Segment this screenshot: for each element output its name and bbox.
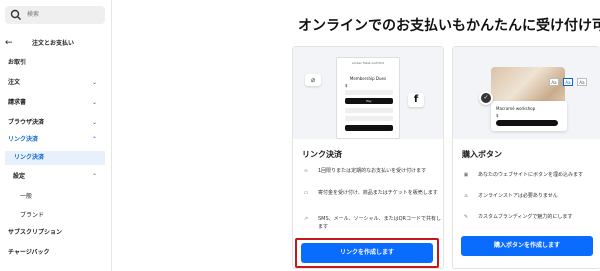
feature-text: カスタムブランディングで魅力的にします <box>478 214 573 220</box>
chevron-down-icon: ⌄ <box>92 119 98 126</box>
back-button[interactable]: ← <box>5 38 13 48</box>
search-placeholder: 検索 <box>27 11 40 18</box>
sidebar-item-label: サブスクリプション <box>8 229 63 236</box>
sidebar: 検索 ← 注文とお支払い お取引 注文 ⌄ 請求書 ⌄ ブラウザ決済 ⌄ リンク… <box>0 0 112 271</box>
page-title: オンラインでのお支払いもかんたんに受け付け可能 <box>298 18 600 34</box>
mock-field <box>345 90 393 95</box>
sidebar-item-transactions[interactable]: お取引 <box>0 56 112 70</box>
card-title: 購入ボタン <box>462 150 502 159</box>
sidebar-item-label: ブラウザ決済 <box>8 119 45 126</box>
option-chip: Aa <box>563 78 573 86</box>
option-chip: Aa <box>549 78 559 86</box>
search-icon <box>10 9 21 20</box>
payment-page-mock: Amber Table Golf Pint Membership Dues $ … <box>336 57 400 139</box>
browser-icon: ▣ <box>463 172 469 178</box>
link-payment-card: Amber Table Golf Pint Membership Dues $ … <box>292 46 444 269</box>
feature-text: 1回限りまたは定期的なお支払いを受け付けます <box>318 168 427 174</box>
sidebar-item-label: 一般 <box>20 193 33 200</box>
sidebar-item-label: お取引 <box>8 59 27 66</box>
mock-pay-button: Pay <box>345 98 393 104</box>
feature-text: あなたのウェブサイトにボタンを埋め込みます <box>478 172 584 178</box>
check-icon: ✓ <box>479 91 493 105</box>
chevron-down-icon: ⌄ <box>92 99 98 106</box>
ticket-icon: ▭ <box>303 190 309 196</box>
arrow-left-icon: ← <box>5 38 13 48</box>
sidebar-item-invoices[interactable]: 請求書 ⌄ <box>0 96 112 110</box>
product-name: Macramé workshop <box>496 106 536 111</box>
store-icon: ⌂ <box>464 193 468 199</box>
chevron-down-icon: ⌄ <box>92 79 98 86</box>
mock-title: Amber Table Golf Pint <box>351 61 385 65</box>
search-input[interactable]: 検索 <box>5 6 105 24</box>
mock-field <box>345 116 393 121</box>
sidebar-item-link-payments[interactable]: リンク決済 ⌃ <box>0 133 112 147</box>
product-price: $ <box>496 113 499 118</box>
feature-text: オンラインストアは必要ありません <box>478 193 558 199</box>
sidebar-item-label: リンク決済 <box>14 154 45 161</box>
chevron-up-icon: ⌃ <box>92 173 98 180</box>
create-buy-button-button[interactable]: 購入ボタンを作成します <box>461 236 593 256</box>
section-title: 注文とお支払い <box>32 40 75 47</box>
sidebar-item-brand[interactable]: ブランド <box>0 209 112 223</box>
sidebar-item-browser-payments[interactable]: ブラウザ決済 ⌄ <box>0 116 112 130</box>
sidebar-item-label: 注文 <box>8 79 21 86</box>
create-link-button[interactable]: リンクを作成します <box>301 243 433 263</box>
sidebar-item-subscriptions[interactable]: サブスクリプション <box>0 226 112 240</box>
sidebar-item-chargebacks[interactable]: チャージバック <box>0 246 112 260</box>
link-icon: ⌀ <box>305 74 321 86</box>
sidebar-item-label: 請求書 <box>8 99 27 106</box>
sidebar-item-label: ブランド <box>20 212 45 219</box>
buy-button-preview: Aa Aa Aa Macramé workshop $ ✓ <box>453 47 600 139</box>
product-buy-button-mock <box>496 120 558 126</box>
sidebar-item-settings[interactable]: 設定 ⌃ <box>0 170 112 184</box>
mock-field <box>345 108 393 113</box>
mock-subtitle: Membership Dues <box>349 76 387 81</box>
pencil-icon: ✎ <box>463 214 469 220</box>
share-icon: ↗ <box>303 216 309 222</box>
facebook-icon: f <box>408 93 424 107</box>
option-chip: Aa <box>577 78 587 86</box>
sidebar-item-label: リンク決済 <box>8 136 39 143</box>
mock-submit-button <box>345 125 393 131</box>
card-title: リンク決済 <box>302 150 342 159</box>
product-panel: Macramé workshop $ <box>491 101 567 131</box>
feature-text: 寄付金を受け付け、商品またはチケットを販売します <box>318 190 438 196</box>
sidebar-item-general[interactable]: 一般 <box>0 190 112 204</box>
sidebar-subitem-link-payments[interactable]: リンク決済 <box>5 151 105 165</box>
link-icon: ∞ <box>303 168 309 174</box>
sidebar-item-label: 設定 <box>13 173 26 180</box>
sidebar-item-orders[interactable]: 注文 ⌄ <box>0 76 112 90</box>
link-payment-preview: Amber Table Golf Pint Membership Dues $ … <box>293 47 443 139</box>
feature-text: SMS、メール、ソーシャル、またはQRコードで共有します <box>318 216 441 230</box>
chevron-up-icon: ⌃ <box>92 136 98 143</box>
sidebar-item-label: チャージバック <box>8 249 50 256</box>
mock-price: $ <box>345 83 348 88</box>
